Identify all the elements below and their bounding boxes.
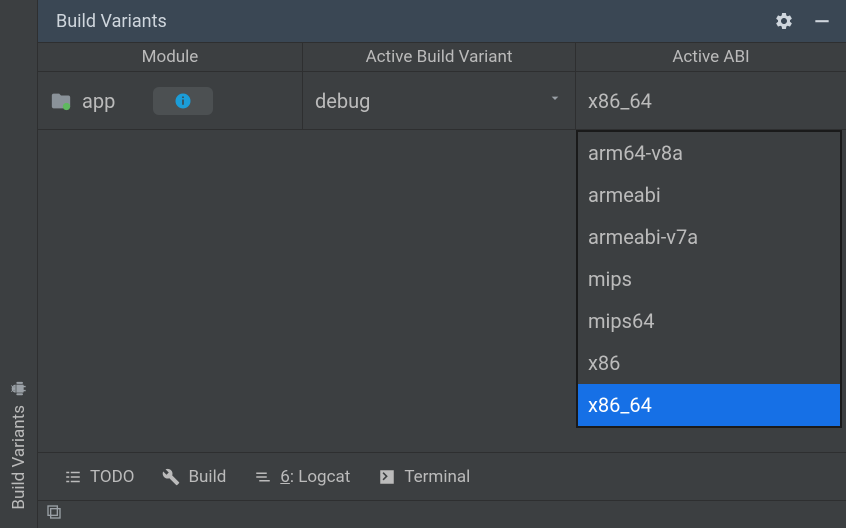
panel-body: arm64-v8aarmeabiarmeabi-v7amipsmips64x86…: [38, 130, 846, 452]
tab-logcat[interactable]: 6: Logcat: [254, 467, 350, 487]
abi-option[interactable]: x86_64: [578, 384, 840, 426]
tab-build[interactable]: Build: [162, 467, 226, 487]
abi-option[interactable]: armeabi-v7a: [578, 216, 840, 258]
abi-option[interactable]: mips64: [578, 300, 840, 342]
table-row: app debug x86_64: [38, 72, 846, 130]
col-header-module: Module: [38, 43, 303, 71]
tab-terminal-label: Terminal: [404, 467, 470, 487]
window-icon[interactable]: [46, 504, 62, 525]
active-abi-value: x86_64: [588, 89, 652, 113]
abi-dropdown: arm64-v8aarmeabiarmeabi-v7amipsmips64x86…: [576, 130, 842, 428]
module-folder-icon: [50, 90, 72, 112]
chevron-down-icon: [547, 90, 563, 111]
tool-window-bar: TODO Build 6: Logcat Terminal: [38, 452, 846, 500]
sidebar-tab-build-variants[interactable]: Build Variants: [9, 363, 29, 528]
col-header-variant: Active Build Variant: [303, 43, 576, 71]
cell-module: app: [38, 72, 303, 129]
sidebar-tab-label: Build Variants: [9, 405, 29, 510]
abi-option[interactable]: arm64-v8a: [578, 132, 840, 174]
minimize-icon[interactable]: [812, 11, 832, 31]
tab-build-label: Build: [188, 467, 226, 487]
info-button[interactable]: [153, 87, 213, 115]
abi-option[interactable]: x86: [578, 342, 840, 384]
panel-title: Build Variants: [56, 11, 167, 32]
module-name: app: [82, 89, 115, 113]
columns-header: Module Active Build Variant Active ABI: [38, 42, 846, 72]
android-icon: [11, 379, 27, 399]
abi-option[interactable]: armeabi: [578, 174, 840, 216]
col-header-abi: Active ABI: [576, 43, 846, 71]
panel-header: Build Variants: [38, 0, 846, 42]
abi-option[interactable]: mips: [578, 258, 840, 300]
build-variant-select[interactable]: debug: [303, 72, 576, 129]
build-variant-value: debug: [315, 89, 370, 113]
active-abi-select[interactable]: x86_64: [576, 72, 846, 129]
gear-icon[interactable]: [774, 11, 794, 31]
tab-logcat-label: 6: Logcat: [280, 467, 350, 487]
tab-todo-label: TODO: [90, 467, 134, 487]
status-bar: [38, 500, 846, 528]
tab-todo[interactable]: TODO: [64, 467, 134, 487]
tab-terminal[interactable]: Terminal: [378, 467, 470, 487]
